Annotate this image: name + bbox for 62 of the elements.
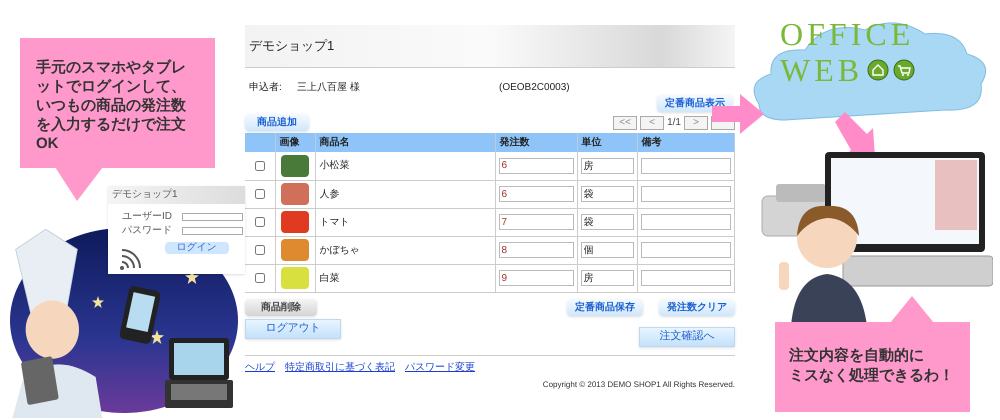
row-checkbox[interactable]	[254, 244, 265, 255]
field-label: ユーザーID	[122, 212, 173, 222]
laptop-drawing	[165, 338, 233, 410]
smartphone-drawing	[120, 286, 160, 344]
callout-text: 注文内容を自動的に	[789, 346, 925, 366]
column-header: 備考	[637, 133, 734, 152]
note-field[interactable]	[640, 270, 731, 286]
product-name-cell: かぼちゃ	[315, 236, 495, 264]
quantity-field[interactable]: 8	[498, 242, 574, 258]
quantity-field[interactable]: 6	[498, 186, 574, 202]
page-indicator: 1/1	[667, 116, 681, 130]
row-checkbox[interactable]	[254, 160, 265, 171]
unit-field[interactable]: 袋	[580, 186, 634, 202]
footer-link[interactable]: ヘルプ	[245, 360, 275, 374]
cart-icon	[893, 59, 916, 81]
unit-field[interactable]: 房	[580, 270, 634, 286]
footer-link[interactable]: 特定商取引に基づく表記	[285, 360, 395, 374]
logo-text: WEB	[780, 54, 864, 86]
callout-text: 手元のスマホやタブレットでログインして、いつもの商品の発注数を入力するだけで注文OK	[36, 58, 187, 153]
logout-button[interactable]: ログアウト	[245, 318, 341, 338]
unit-field[interactable]: 房	[580, 158, 634, 174]
preview-title: デモショップ1	[112, 190, 178, 200]
product-name-cell: 小松菜	[315, 152, 495, 180]
product-name-cell: 人参	[315, 180, 495, 208]
note-field[interactable]	[640, 186, 731, 202]
note-field[interactable]	[640, 242, 731, 258]
save-favorites-button[interactable]: 定番商品保存	[567, 298, 643, 316]
password-field[interactable]	[182, 227, 243, 235]
add-item-button[interactable]: 商品追加	[245, 114, 309, 131]
clear-quantities-button[interactable]: 発注数クリア	[659, 298, 735, 316]
applicant-label: 申込者:	[249, 80, 283, 95]
column-header: 商品名	[315, 133, 495, 152]
confirm-order-button[interactable]: 注文確認へ	[639, 326, 735, 346]
star-icon	[92, 296, 104, 308]
column-header: 画像	[275, 133, 315, 152]
applicant-name: 三上八百屋 様	[297, 80, 361, 95]
quantity-field[interactable]: 6	[498, 158, 574, 174]
delete-item-button[interactable]: 商品削除	[245, 298, 317, 316]
home-icon	[867, 59, 890, 81]
user-id-field[interactable]	[182, 213, 243, 221]
star-icon	[150, 330, 164, 344]
shop-title: デモショップ1	[249, 37, 334, 56]
product-name-cell: トマト	[315, 208, 495, 236]
copyright-text: Copyright © 2013 DEMO SHOP1 All Rights Reserved.	[542, 378, 735, 390]
row-checkbox[interactable]	[254, 216, 265, 227]
row-checkbox[interactable]	[254, 188, 265, 199]
footer-link[interactable]: パスワード変更	[405, 360, 475, 374]
callout-text: ミスなく処理できるわ！	[789, 366, 955, 386]
login-button[interactable]: ログイン	[164, 242, 228, 254]
quantity-field[interactable]: 9	[498, 270, 574, 286]
field-label: パスワード	[122, 226, 173, 236]
unit-field[interactable]: 個	[580, 242, 634, 258]
column-header: 単位	[577, 133, 637, 152]
note-field[interactable]	[640, 158, 731, 174]
note-field[interactable]	[640, 214, 731, 230]
column-header: 発注数	[495, 133, 577, 152]
customer-code: (OEOB2C0003)	[499, 81, 570, 95]
logo-text: OFFICE	[780, 18, 914, 50]
product-name-cell: 白菜	[315, 264, 495, 292]
quantity-field[interactable]: 7	[498, 214, 574, 230]
row-checkbox[interactable]	[254, 272, 265, 283]
unit-field[interactable]: 袋	[580, 214, 634, 230]
